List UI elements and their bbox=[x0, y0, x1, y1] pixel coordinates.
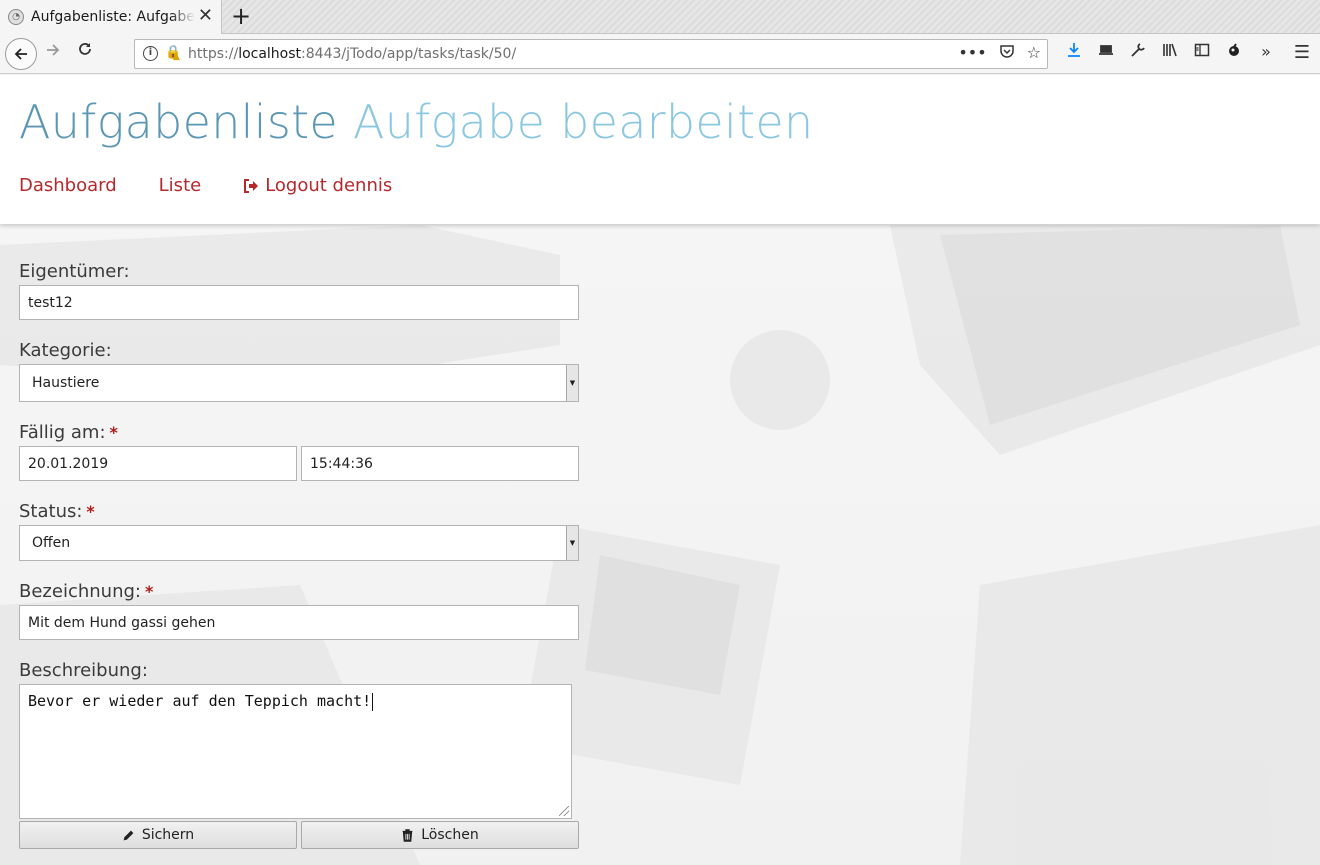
nav-liste-link[interactable]: Liste bbox=[159, 175, 202, 196]
close-tab-icon[interactable]: ✕ bbox=[198, 7, 213, 25]
nav-logout-link[interactable]: Logout dennis bbox=[243, 175, 392, 196]
owner-label: Eigentümer: bbox=[19, 261, 130, 282]
download-icon[interactable] bbox=[1058, 42, 1090, 62]
url-host: localhost bbox=[238, 46, 302, 62]
hamburger-menu-icon[interactable]: ☰ bbox=[1294, 42, 1310, 63]
status-label: Status: * bbox=[19, 501, 579, 523]
owner-input[interactable]: test12 bbox=[19, 285, 579, 320]
category-select[interactable]: Haustiere ▼ bbox=[19, 364, 579, 402]
sidebar-icon[interactable] bbox=[1186, 42, 1218, 62]
description-label: Beschreibung: bbox=[19, 660, 148, 681]
address-bar[interactable]: i 🔒 ▲ https://localhost:8443/jTodo/app/t… bbox=[134, 39, 1048, 69]
info-icon[interactable]: i bbox=[143, 46, 158, 61]
url-scheme: https:// bbox=[188, 46, 239, 62]
status-select[interactable]: Offen ▼ bbox=[19, 525, 579, 561]
tab-title: Aufgabenliste: Aufgabe bearbeiten bbox=[31, 9, 195, 25]
save-label: Sichern bbox=[141, 827, 195, 843]
text-caret bbox=[372, 692, 374, 711]
extension-icon[interactable] bbox=[1218, 42, 1250, 62]
pencil-icon bbox=[123, 830, 134, 840]
arrow-right-icon bbox=[47, 44, 60, 56]
due-date-input[interactable]: 20.01.2019 bbox=[19, 446, 297, 481]
task-edit-form: Eigentümer: test12 Kategorie: Haustiere … bbox=[19, 261, 579, 849]
forward-button[interactable] bbox=[42, 42, 64, 63]
page-actions-icon[interactable]: ••• bbox=[958, 43, 986, 63]
arrow-left-icon bbox=[14, 48, 27, 60]
url-actions: ••• ☆ bbox=[958, 43, 1041, 63]
favicon-icon: ◔ bbox=[8, 9, 24, 25]
title-label: Bezeichnung: * bbox=[19, 581, 579, 603]
container-icon[interactable] bbox=[1090, 42, 1122, 62]
app-header: Aufgabenliste Aufgabe bearbeiten Dashboa… bbox=[0, 75, 1320, 224]
browser-tab[interactable]: ◔ Aufgabenliste: Aufgabe bearbeiten ✕ bbox=[0, 0, 222, 34]
resize-handle[interactable] bbox=[559, 806, 569, 816]
back-button[interactable] bbox=[5, 38, 37, 70]
nav-dashboard-link[interactable]: Dashboard bbox=[19, 175, 117, 196]
delete-label: Löschen bbox=[421, 827, 479, 843]
new-tab-button[interactable]: + bbox=[230, 3, 252, 29]
category-label: Kategorie: bbox=[19, 340, 112, 361]
app-name: Aufgabenliste bbox=[19, 95, 339, 149]
due-label-text: Fällig am: bbox=[19, 422, 106, 443]
toolbar-icons: » bbox=[1058, 42, 1282, 62]
dropdown-arrow-icon[interactable]: ▼ bbox=[566, 365, 578, 401]
browser-nav-bar: i 🔒 ▲ https://localhost:8443/jTodo/app/t… bbox=[0, 34, 1320, 74]
logout-label: Logout dennis bbox=[265, 175, 393, 196]
overflow-chevron-icon[interactable]: » bbox=[1250, 42, 1282, 62]
status-label-text: Status: bbox=[19, 501, 83, 522]
logout-icon bbox=[244, 178, 259, 193]
pocket-icon[interactable] bbox=[999, 43, 1015, 63]
required-marker: * bbox=[109, 423, 118, 442]
reload-icon bbox=[79, 43, 91, 55]
required-marker: * bbox=[86, 502, 95, 521]
save-button[interactable]: Sichern bbox=[19, 821, 297, 849]
title-input[interactable]: Mit dem Hund gassi gehen bbox=[19, 605, 579, 640]
delete-button[interactable]: Löschen bbox=[301, 821, 579, 849]
description-textarea[interactable]: Bevor er wieder auf den Teppich macht! bbox=[19, 684, 572, 819]
main-nav: Dashboard Liste Logout dennis bbox=[19, 175, 434, 196]
browser-tab-bar: ◔ Aufgabenliste: Aufgabe bearbeiten ✕ + bbox=[0, 0, 1320, 34]
page-subtitle: Aufgabe bearbeiten bbox=[352, 95, 814, 149]
page-viewport: Aufgabenliste Aufgabe bearbeiten Dashboa… bbox=[0, 75, 1320, 865]
due-date-row: 20.01.2019 15:44:36 bbox=[19, 446, 579, 481]
due-label: Fällig am: * bbox=[19, 422, 579, 444]
category-selected-value: Haustiere bbox=[32, 375, 100, 391]
warning-icon: ▲ bbox=[173, 52, 180, 62]
bookmark-star-icon[interactable]: ☆ bbox=[1027, 43, 1041, 63]
url-text[interactable]: https://localhost:8443/jTodo/app/tasks/t… bbox=[188, 46, 516, 62]
url-path: :8443/jTodo/app/tasks/task/50/ bbox=[301, 46, 517, 62]
trash-icon bbox=[402, 828, 413, 842]
library-icon[interactable] bbox=[1154, 42, 1186, 62]
form-buttons: Sichern Löschen bbox=[19, 821, 579, 849]
description-text: Bevor er wieder auf den Teppich macht! bbox=[28, 692, 372, 710]
wrench-icon[interactable] bbox=[1122, 42, 1154, 62]
reload-button[interactable] bbox=[74, 41, 96, 62]
title-label-text: Bezeichnung: bbox=[19, 581, 141, 602]
dropdown-arrow-icon[interactable]: ▼ bbox=[566, 526, 578, 560]
due-time-input[interactable]: 15:44:36 bbox=[301, 446, 579, 481]
status-selected-value: Offen bbox=[32, 535, 71, 551]
required-marker: * bbox=[144, 582, 154, 601]
page-title: Aufgabenliste Aufgabe bearbeiten bbox=[19, 95, 813, 149]
